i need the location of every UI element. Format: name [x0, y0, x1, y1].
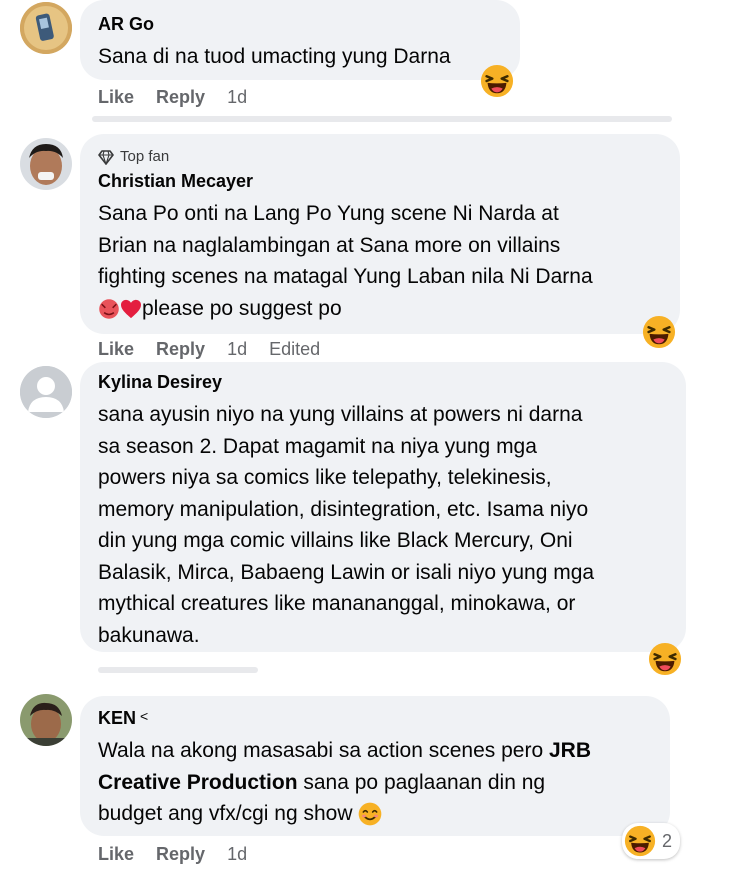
like-button[interactable]: Like [98, 844, 134, 865]
comment-text-line: memory manipulation, disintegration, etc… [98, 497, 589, 521]
comment-actions: Like Reply 1d [98, 87, 247, 108]
avatar[interactable] [20, 366, 72, 418]
comment-bubble: KEN ˂ Wala na akong masasabi sa action sc… [80, 696, 670, 836]
comment-bubble: Kylina Desirey sana ayusin niyo na yung … [80, 362, 686, 652]
like-button[interactable]: Like [98, 87, 134, 108]
heart-eyes-face-icon [99, 299, 119, 319]
collapsed-reply-indicator [92, 116, 672, 122]
comment-author[interactable]: KEN ˂ [98, 708, 652, 729]
avatar[interactable] [20, 2, 72, 54]
profile-photo-icon [20, 694, 72, 746]
comment-text-line: Creative Production sana po paglaanan di… [98, 767, 652, 799]
comment-text-line: bakunawa. [98, 623, 200, 647]
comment-text: Sana di na tuod umacting yung Darna [98, 45, 451, 68]
comment-christian-mecayer: Top fan Christian Mecayer Sana Po onti n… [0, 128, 750, 368]
comment-timestamp[interactable]: 1d [227, 87, 247, 108]
comment-text-line: powers niya sa comics like telepathy, te… [98, 466, 552, 489]
like-button[interactable]: Like [98, 339, 134, 360]
comment-author[interactable]: Christian Mecayer [98, 171, 662, 192]
haha-reaction-icon[interactable] [480, 64, 514, 98]
reaction-summary[interactable]: 2 [622, 823, 681, 859]
comment-timestamp[interactable]: 1d [227, 844, 247, 865]
comment-text-line: Balasik, Mirca, Babaeng Lawin or isali n… [98, 560, 595, 584]
comment-text-line: Sana Po onti na Lang Po Yung scene Ni Na… [98, 202, 559, 225]
comment-kylina-desirey: Kylina Desirey sana ayusin niyo na yung … [0, 362, 750, 682]
comment-ken: KEN ˂ Wala na akong masasabi sa action sc… [0, 690, 750, 869]
top-fan-label: Top fan [120, 148, 170, 165]
author-name[interactable]: KEN [98, 708, 136, 728]
haha-reaction-icon [624, 825, 656, 857]
comment-bubble: AR Go Sana di na tuod umacting yung Darn… [80, 0, 520, 80]
reply-button[interactable]: Reply [156, 339, 205, 360]
comment-timestamp[interactable]: 1d [227, 339, 247, 360]
smiling-face-icon [358, 802, 382, 826]
comment-text-line: sa season 2. Dapat magamit na niya yung … [98, 434, 537, 458]
comment-text: Wala na akong masasabi sa action scenes … [98, 735, 652, 830]
comment-text-line: fighting scenes na matagal Yung Laban ni… [98, 265, 593, 288]
caret-icon: ˂ [140, 708, 149, 724]
comment-actions: Like Reply 1d Edited [98, 339, 320, 360]
reply-button[interactable]: Reply [156, 87, 205, 108]
top-fan-badge: Top fan [98, 148, 662, 165]
page-mention-link[interactable]: JRB [549, 739, 591, 762]
reply-button[interactable]: Reply [156, 844, 205, 865]
comment-text: sana ayusin niyo na yung villains at pow… [98, 399, 668, 651]
comment-text-line: sana ayusin niyo na yung villains at pow… [98, 403, 583, 426]
comment-author[interactable]: Kylina Desirey [98, 372, 668, 393]
comment-text-segment: Wala na akong masasabi sa action scenes … [98, 739, 549, 762]
edited-label: Edited [269, 339, 321, 359]
comment-text-segment: budget ang vfx/cgi ng show [98, 802, 359, 825]
profile-photo-icon [20, 138, 72, 190]
page-mention-link[interactable]: Creative Production [98, 771, 298, 794]
comment-text-segment: sana po paglaanan din ng [297, 770, 546, 794]
comment-text-line: Brian na naglalambingan at Sana more on … [98, 233, 561, 257]
comment-text-line: budget ang vfx/cgi ng show [98, 798, 652, 830]
comment-text-line: please po suggest po [98, 293, 662, 325]
avatar[interactable] [20, 694, 72, 746]
haha-reaction-icon[interactable] [648, 642, 682, 676]
heart-icon [120, 299, 142, 319]
comment-text-line: Wala na akong masasabi sa action scenes … [98, 735, 652, 767]
collapsed-actions-indicator [98, 667, 258, 673]
avatar[interactable] [20, 138, 72, 190]
comment-ar-go: AR Go Sana di na tuod umacting yung Darn… [0, 0, 750, 122]
comment-actions: Like Reply 1d [98, 844, 247, 865]
comment-author[interactable]: AR Go [98, 14, 502, 35]
default-avatar-icon [20, 366, 72, 418]
profile-photo-icon [20, 2, 72, 54]
comment-text-last: please po suggest po [142, 296, 342, 320]
diamond-icon [98, 149, 114, 165]
comment-text: Sana Po onti na Lang Po Yung scene Ni Na… [98, 198, 662, 324]
comment-text-line: din yung mga comic villains like Black M… [98, 529, 573, 552]
comment-text-line: mythical creatures like manananggal, min… [98, 592, 576, 615]
reaction-count: 2 [662, 830, 673, 851]
comment-bubble: Top fan Christian Mecayer Sana Po onti n… [80, 134, 680, 334]
haha-reaction-icon[interactable] [642, 315, 676, 349]
reaction-pill[interactable]: 2 [622, 823, 681, 859]
